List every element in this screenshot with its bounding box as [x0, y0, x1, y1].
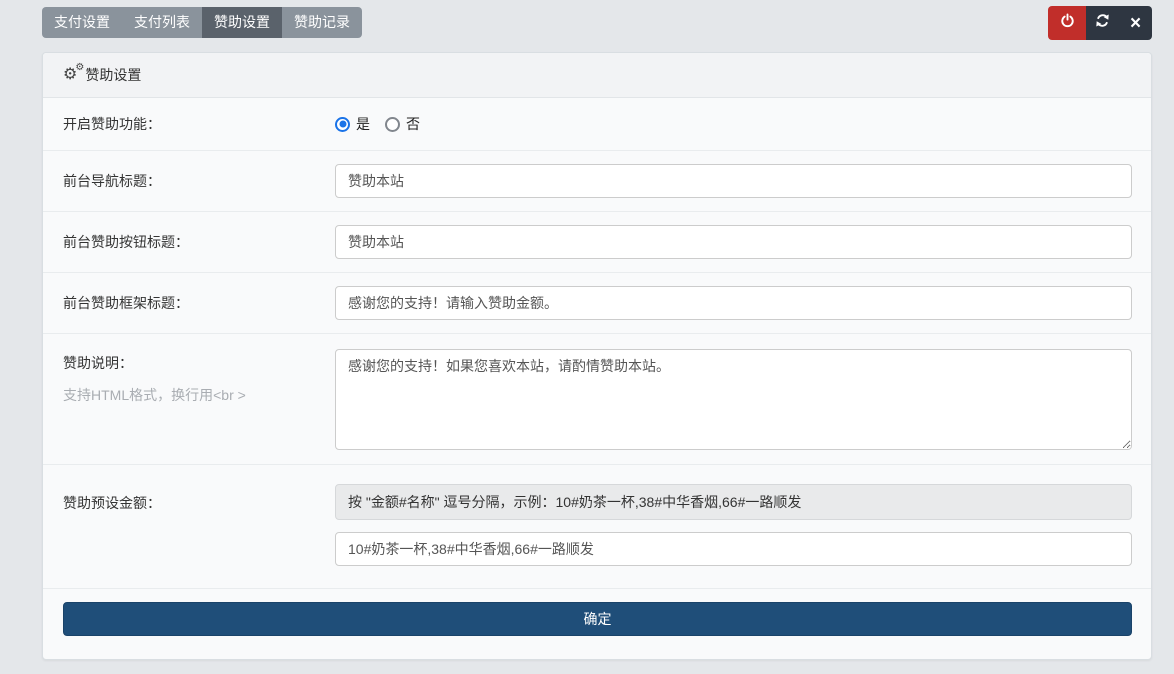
- refresh-button[interactable]: [1086, 6, 1119, 40]
- sponsor-frame-title-input[interactable]: [335, 286, 1132, 320]
- preset-amounts-input[interactable]: [335, 532, 1132, 566]
- field-label: 前台赞助按钮标题：: [63, 232, 335, 252]
- nav-title-input[interactable]: [335, 164, 1132, 198]
- window-controls: ×: [1048, 6, 1152, 40]
- form-row-frame-title: 前台赞助框架标题：: [43, 273, 1151, 334]
- preset-amounts-hint: 按 "金额#名称" 逗号分隔，示例：10#奶茶一杯,38#中华香烟,66#一路顺…: [335, 484, 1132, 520]
- panel-header: ⚙⚙ 赞助设置: [43, 53, 1151, 98]
- top-bar: 支付设置 支付列表 赞助设置 赞助记录: [42, 7, 1152, 40]
- tab-payment-settings[interactable]: 支付设置: [42, 7, 122, 38]
- radio-no[interactable]: [385, 117, 400, 132]
- confirm-button[interactable]: 确定: [63, 602, 1132, 636]
- cogs-icon: ⚙⚙: [63, 67, 77, 83]
- refresh-icon: [1095, 13, 1110, 33]
- sponsor-description-textarea[interactable]: 感谢您的支持！如果您喜欢本站，请酌情赞助本站。: [335, 349, 1132, 450]
- field-label: 开启赞助功能：: [63, 114, 335, 134]
- enable-sponsor-radio-group: 是 否: [335, 114, 1132, 134]
- panel-footer: 确定: [43, 589, 1151, 636]
- form-row-button-title: 前台赞助按钮标题：: [43, 212, 1151, 273]
- close-icon: ×: [1130, 14, 1141, 33]
- sponsor-settings-panel: ⚙⚙ 赞助设置 开启赞助功能： 是 否 前台导航标题： 前台赞助按钮标题：: [42, 52, 1152, 660]
- field-label: 前台赞助框架标题：: [63, 293, 335, 313]
- field-helper-text: 支持HTML格式，换行用<br >: [63, 385, 335, 405]
- logout-button[interactable]: [1048, 6, 1086, 40]
- close-button[interactable]: ×: [1119, 6, 1152, 40]
- form-row-enable-sponsor: 开启赞助功能： 是 否: [43, 98, 1151, 151]
- radio-yes-label[interactable]: 是: [356, 114, 370, 134]
- form-row-nav-title: 前台导航标题：: [43, 151, 1151, 212]
- radio-option-no[interactable]: 否: [385, 114, 420, 134]
- field-label: 前台导航标题：: [63, 171, 335, 191]
- window-button-group: ×: [1086, 6, 1152, 40]
- tab-payment-list[interactable]: 支付列表: [122, 7, 202, 38]
- field-label: 赞助说明：: [63, 353, 335, 373]
- tab-bar: 支付设置 支付列表 赞助设置 赞助记录: [42, 7, 362, 38]
- form-row-preset-amounts: 赞助预设金额： 按 "金额#名称" 逗号分隔，示例：10#奶茶一杯,38#中华香…: [43, 465, 1151, 589]
- power-icon: [1060, 13, 1075, 33]
- tab-sponsor-records[interactable]: 赞助记录: [282, 7, 362, 38]
- form-row-sponsor-description: 赞助说明： 支持HTML格式，换行用<br > 感谢您的支持！如果您喜欢本站，请…: [43, 334, 1151, 465]
- tab-sponsor-settings[interactable]: 赞助设置: [202, 7, 282, 38]
- sponsor-button-title-input[interactable]: [335, 225, 1132, 259]
- radio-no-label[interactable]: 否: [406, 114, 420, 134]
- panel-title: 赞助设置: [85, 65, 141, 85]
- field-label: 赞助预设金额：: [63, 465, 335, 588]
- radio-yes[interactable]: [335, 117, 350, 132]
- radio-option-yes[interactable]: 是: [335, 114, 370, 134]
